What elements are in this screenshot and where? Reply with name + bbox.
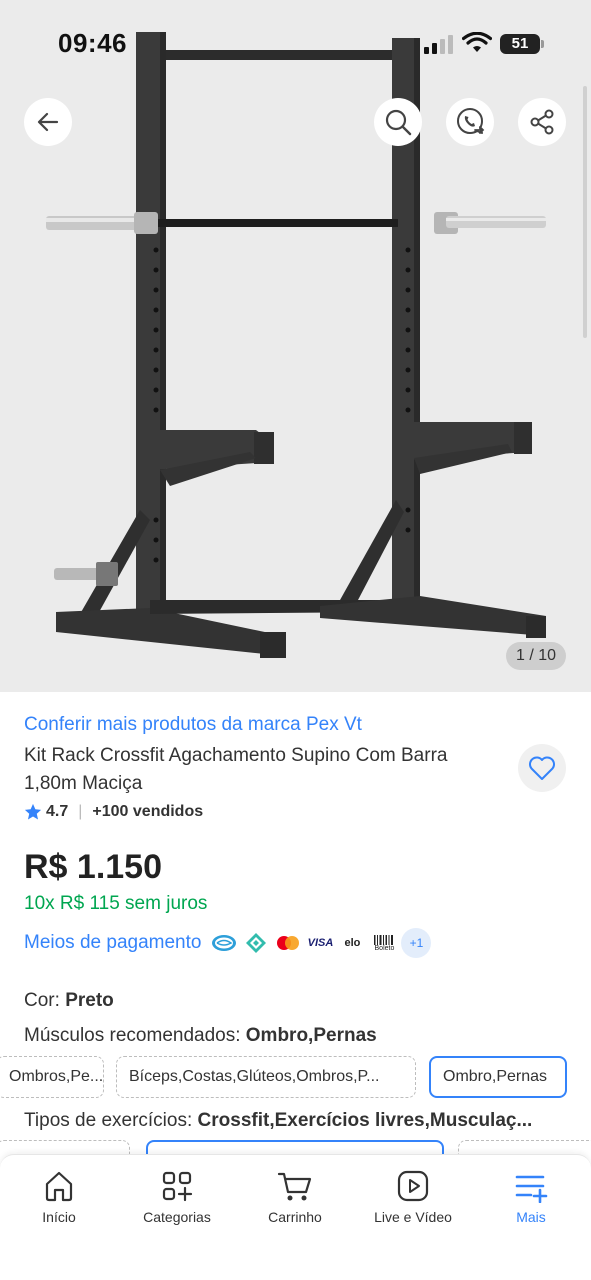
elo-icon: elo	[337, 928, 368, 958]
share-button[interactable]	[518, 98, 566, 146]
visa-icon: VISA	[305, 928, 336, 958]
muscle-option-3-selected[interactable]: Ombro,Pernas	[429, 1056, 567, 1098]
exercise-types-attribute: Tipos de exercícios: Crossfit,Exercícios…	[24, 1110, 564, 1132]
star-icon	[24, 803, 42, 820]
more-payment-methods[interactable]: +1	[401, 928, 432, 958]
search-icon	[385, 109, 412, 136]
boleto-label: Boleto	[374, 944, 395, 952]
nav-categories[interactable]: Categorias	[118, 1169, 236, 1225]
boleto-icon: Boleto	[369, 928, 400, 958]
muscles-label: Músculos recomendados:	[24, 1025, 246, 1046]
muscles-attribute: Músculos recomendados: Ombro,Pernas	[24, 1025, 377, 1047]
battery-indicator: 51	[500, 34, 540, 54]
rating-row[interactable]: 4.7 | +100 vendidos	[24, 800, 203, 824]
price: R$ 1.150	[24, 848, 162, 886]
color-label: Cor:	[24, 990, 66, 1011]
nav-cart-label: Carrinho	[268, 1209, 322, 1225]
product-image-gallery[interactable]: 09:46 51 1 / 10	[0, 0, 591, 692]
cellular-signal-icon	[424, 35, 453, 54]
nav-home-label: Início	[42, 1209, 76, 1225]
product-title: Kit Rack Crossfit Agachamento Supino Com…	[24, 745, 448, 794]
gallery-counter: 1 / 10	[506, 642, 566, 670]
nav-more[interactable]: Mais	[472, 1169, 590, 1225]
mercado-pago-icon	[209, 928, 240, 958]
whatsapp-share-button[interactable]	[446, 98, 494, 146]
types-label: Tipos de exercícios:	[24, 1110, 198, 1131]
nav-live-video[interactable]: Live e Vídeo	[354, 1169, 472, 1225]
gallery-scrollbar[interactable]	[583, 86, 587, 338]
mastercard-icon	[273, 928, 304, 958]
rating-separator: |	[78, 803, 83, 820]
categories-icon	[162, 1171, 193, 1202]
wifi-icon	[462, 32, 492, 52]
nav-live-video-label: Live e Vídeo	[374, 1209, 452, 1225]
cart-icon	[277, 1172, 312, 1201]
whatsapp-icon	[457, 108, 485, 134]
rating-value: 4.7	[46, 803, 69, 820]
nav-home[interactable]: Início	[0, 1169, 118, 1225]
pix-icon	[241, 928, 272, 958]
squat-rack-image	[46, 32, 546, 658]
menu-add-icon	[515, 1175, 548, 1203]
play-icon	[397, 1170, 429, 1202]
nav-more-label: Mais	[516, 1209, 546, 1225]
nav-categories-label: Categorias	[143, 1209, 211, 1225]
installments: 10x R$ 115 sem juros	[24, 893, 208, 914]
bottom-navigation: Início Categorias Carrinho Live e Vídeo …	[0, 1154, 591, 1280]
search-button[interactable]	[374, 98, 422, 146]
sold-count: +100 vendidos	[92, 803, 204, 820]
payment-methods-link[interactable]: Meios de pagamento	[24, 932, 201, 954]
payment-methods[interactable]: Meios de pagamento VISA elo Boleto +1	[24, 926, 432, 960]
home-icon	[45, 1171, 73, 1202]
types-value: Crossfit,Exercícios livres,Musculaç...	[197, 1110, 533, 1131]
favorite-button[interactable]	[518, 744, 566, 792]
status-bar: 09:46 51	[0, 0, 591, 90]
status-time: 09:46	[58, 28, 127, 58]
color-value: Preto	[65, 990, 114, 1011]
muscle-option-1[interactable]: Ombros,Pe...	[0, 1056, 104, 1098]
battery-tip	[541, 40, 544, 48]
arrow-left-icon	[37, 112, 59, 132]
brand-link[interactable]: Conferir mais produtos da marca Pex Vt	[24, 714, 362, 736]
color-attribute: Cor: Preto	[24, 990, 114, 1012]
muscle-option-2[interactable]: Bíceps,Costas,Glúteos,Ombros,P...	[116, 1056, 416, 1098]
share-icon	[530, 109, 554, 135]
back-button[interactable]	[24, 98, 72, 146]
nav-cart[interactable]: Carrinho	[236, 1169, 354, 1225]
heart-icon	[529, 756, 555, 780]
muscles-value: Ombro,Pernas	[245, 1025, 377, 1046]
